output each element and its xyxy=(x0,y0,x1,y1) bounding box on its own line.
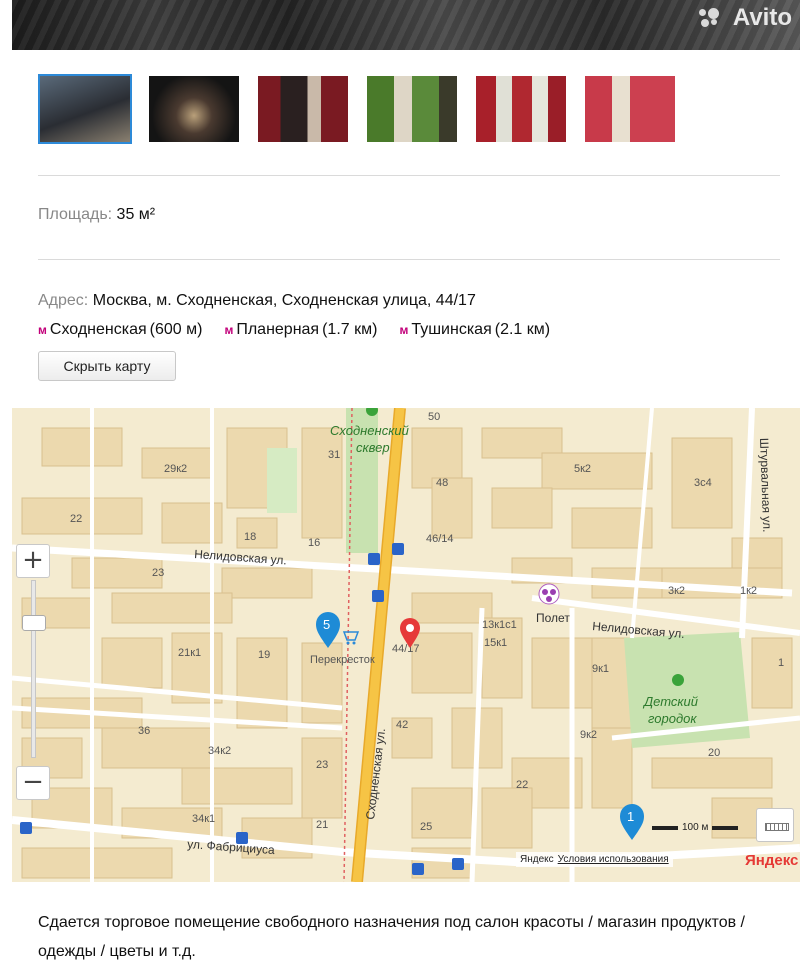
house-number: 19 xyxy=(258,649,270,661)
metro-station: м Сходненская (600 м) xyxy=(38,321,202,339)
house-number: 23 xyxy=(152,567,164,579)
metro-name: Сходненская xyxy=(49,321,147,338)
house-number: 48 xyxy=(436,477,448,489)
poi-label: Полет xyxy=(536,611,570,625)
avito-brand-text: Avito xyxy=(732,4,792,31)
metro-distance: (2.1 км) xyxy=(494,321,551,338)
zoom-out-button[interactable]: − xyxy=(16,766,50,800)
house-number: 46/14 xyxy=(426,533,454,545)
house-number: 1 xyxy=(778,657,784,669)
park-label-1: Сходненский xyxy=(330,423,409,438)
park-label-1b: сквер xyxy=(356,440,390,455)
house-number: 18 xyxy=(244,531,256,543)
house-number: 25 xyxy=(420,821,432,833)
map-scale: 100 м xyxy=(652,822,739,833)
avito-logo-icon xyxy=(698,8,725,28)
metro-name: Планерная xyxy=(236,321,320,338)
terms-link[interactable]: Условия использования xyxy=(558,854,669,865)
house-number: 5к2 xyxy=(574,463,591,475)
house-number: 21к1 xyxy=(178,647,201,659)
address-param: Адрес: Москва, м. Сходненская, Сходненск… xyxy=(38,292,476,310)
cluster-count: 5 xyxy=(323,617,330,632)
metro-icon: м xyxy=(224,323,234,337)
shop-icon xyxy=(342,631,360,645)
zoom-slider[interactable] xyxy=(31,580,36,758)
pin-address-label: 44/17 xyxy=(392,643,420,655)
cluster-count: 1 xyxy=(627,809,634,824)
yandex-logo[interactable]: Яндекс xyxy=(745,852,798,869)
thumbnail-1[interactable] xyxy=(38,74,132,144)
hide-map-button[interactable]: Скрыть карту xyxy=(38,351,176,381)
house-number: 21 xyxy=(316,819,328,831)
house-number: 34к2 xyxy=(208,745,231,757)
scale-label: 100 м xyxy=(682,822,709,833)
house-number: 9к1 xyxy=(592,663,609,675)
thumbnail-6[interactable] xyxy=(583,74,677,144)
metro-distance: (1.7 км) xyxy=(322,321,378,338)
zoom-slider-handle[interactable] xyxy=(22,615,46,631)
zoom-in-button[interactable]: + xyxy=(16,544,50,578)
cluster-marker-1[interactable]: 1 xyxy=(620,804,644,840)
divider xyxy=(38,175,780,176)
yandex-map[interactable]: Сходненский сквер Нелидовская ул. Нелидо… xyxy=(12,408,800,882)
house-number: 3к2 xyxy=(668,585,685,597)
listing-description: Сдается торговое помещение свободного на… xyxy=(38,914,745,960)
house-number: 31 xyxy=(328,449,340,461)
street-label: Штурвальная ул. xyxy=(757,438,774,533)
area-label: Площадь: xyxy=(38,206,113,223)
scale-bar xyxy=(712,825,739,830)
area-param: Площадь: 35 м² xyxy=(38,206,155,224)
thumbnail-5[interactable] xyxy=(474,74,568,144)
house-number: 13к1с1 xyxy=(482,619,517,631)
copyright-brand: Яндекс xyxy=(520,854,554,865)
cinema-icon xyxy=(538,583,560,605)
thumbnail-4[interactable] xyxy=(365,74,459,144)
house-number: 15к1 xyxy=(484,637,507,649)
ruler-icon[interactable] xyxy=(756,808,794,842)
house-number: 34к1 xyxy=(192,813,215,825)
house-number: 36 xyxy=(138,725,150,737)
house-number: 3с4 xyxy=(694,477,712,489)
avito-watermark: Avito xyxy=(698,4,792,32)
metro-icon: м xyxy=(38,323,47,337)
thumbnail-3[interactable] xyxy=(256,74,350,144)
house-number: 29к2 xyxy=(164,463,187,475)
scale-bar xyxy=(652,825,678,830)
main-photo[interactable]: Avito xyxy=(12,0,800,50)
house-number: 23 xyxy=(316,759,328,771)
house-number: 16 xyxy=(308,537,320,549)
map-canvas[interactable]: Сходненский сквер Нелидовская ул. Нелидо… xyxy=(12,408,800,882)
divider xyxy=(38,259,780,260)
map-copyright: Яндекс Условия использования xyxy=(516,852,673,867)
photo-thumbnails xyxy=(38,74,677,144)
house-number: 42 xyxy=(396,719,408,731)
area-value: 35 м² xyxy=(116,206,156,223)
thumbnail-2[interactable] xyxy=(147,74,241,144)
house-number: 22 xyxy=(70,513,82,525)
metro-icon: м xyxy=(399,323,409,337)
house-number: 50 xyxy=(428,411,440,423)
address-label: Адрес: xyxy=(38,292,89,309)
metro-station: м Планерная (1.7 км) xyxy=(224,321,377,339)
address-value: Москва, м. Сходненская, Сходненская улиц… xyxy=(92,292,476,309)
metro-station: м Тушинская (2.1 км) xyxy=(399,321,550,339)
park-label-2: Детский xyxy=(642,694,698,709)
house-number: 22 xyxy=(516,779,528,791)
poi-label: Перекресток xyxy=(310,654,375,666)
metro-distance: (600 м) xyxy=(149,321,203,338)
house-number: 20 xyxy=(708,747,720,759)
house-number: 9к2 xyxy=(580,729,597,741)
metro-stations: м Сходненская (600 м) м Планерная (1.7 к… xyxy=(38,321,550,339)
park-label-2b: городок xyxy=(648,711,697,726)
metro-name: Тушинская xyxy=(411,321,492,338)
house-number: 1к2 xyxy=(740,585,757,597)
